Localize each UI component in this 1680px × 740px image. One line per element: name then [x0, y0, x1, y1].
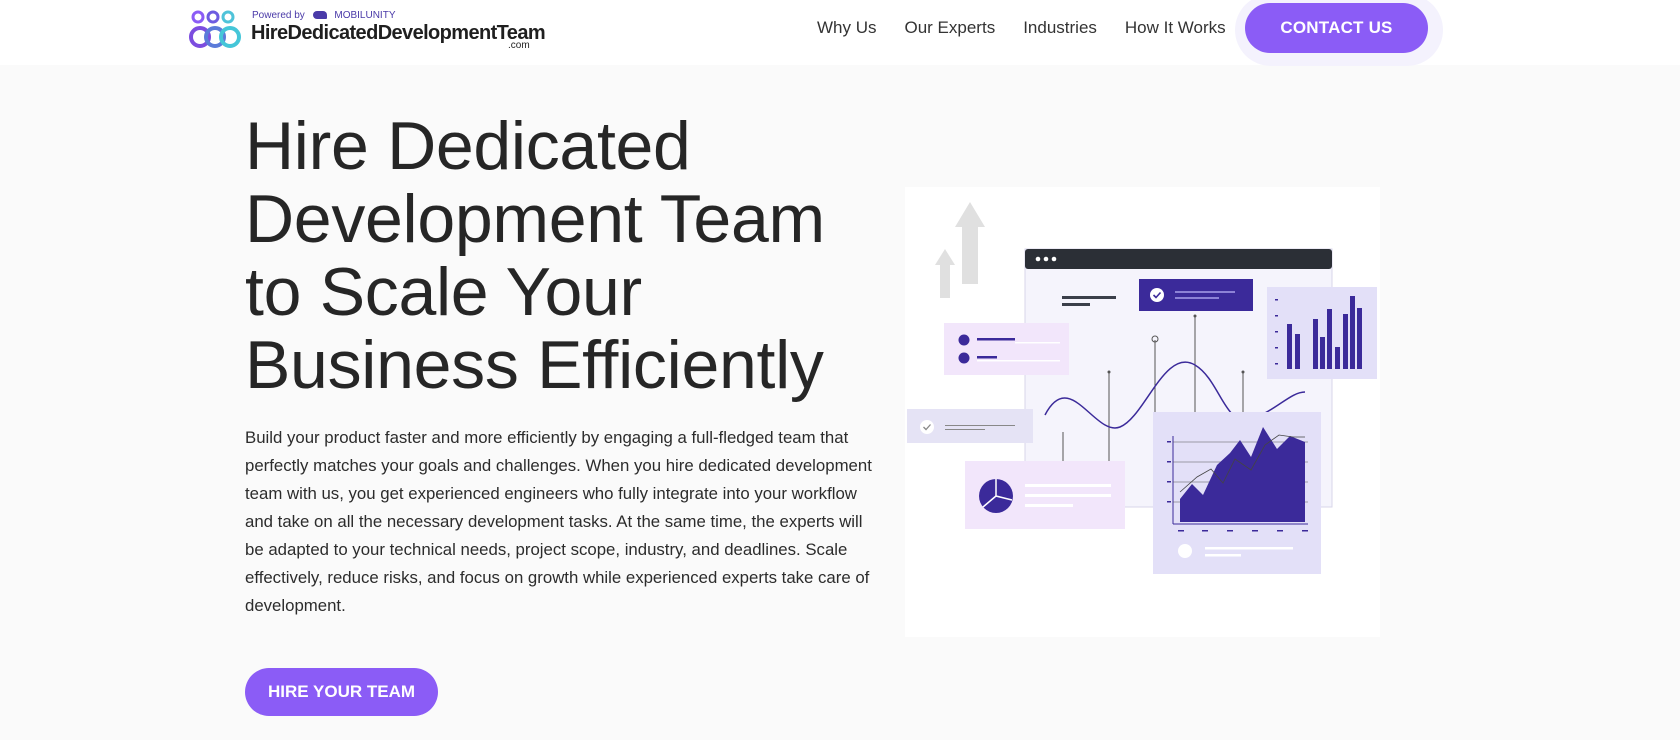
hero-title-line: Hire Dedicated	[245, 108, 691, 184]
logo-rings-icon	[189, 10, 241, 48]
site-logo[interactable]: Powered by MOBILUNITY HireDedicatedDevel…	[188, 7, 546, 53]
nav-why-us[interactable]: Why Us	[817, 18, 877, 38]
site-header: Powered by MOBILUNITY HireDedicatedDevel…	[0, 0, 1680, 66]
nav-our-experts[interactable]: Our Experts	[905, 18, 996, 38]
window-titlebar	[1025, 249, 1332, 269]
hero-title-line: Development Team	[245, 181, 825, 257]
hero-description: Build your product faster and more effic…	[245, 428, 872, 615]
logo-name: HireDedicatedDevelopmentTeam	[251, 22, 546, 44]
analytics-illustration	[907, 202, 1377, 574]
hero-title-line: to Scale Your	[245, 254, 642, 330]
powered-by: Powered by MOBILUNITY	[252, 10, 396, 21]
nav-industries[interactable]: Industries	[1023, 18, 1097, 38]
growth-arrows-icon	[935, 202, 985, 298]
nav-how-it-works[interactable]: How It Works	[1125, 18, 1226, 38]
mobilunity-whale-icon	[312, 11, 327, 20]
main-nav: Why Us Our Experts Industries How It Wor…	[817, 18, 1254, 38]
hero-title: Hire Dedicated Development Team to Scale…	[245, 110, 885, 402]
powered-by-label: Powered by	[252, 10, 305, 21]
contact-us-button[interactable]: CONTACT US	[1245, 3, 1428, 53]
hero-illustration	[905, 187, 1380, 637]
list-card	[944, 323, 1069, 375]
hire-your-team-button[interactable]: HIRE YOUR TEAM	[245, 668, 438, 716]
partner-brand: MOBILUNITY	[334, 10, 396, 21]
hero-title-line: Business Efficiently	[245, 327, 824, 403]
logo-suffix: .com	[508, 40, 530, 51]
